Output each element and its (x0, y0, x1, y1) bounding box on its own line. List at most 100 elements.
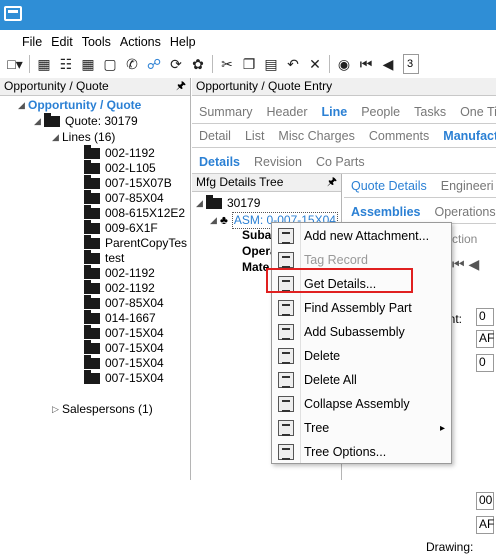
tab-co-parts[interactable]: Co Parts (309, 155, 372, 169)
tree-line-item[interactable]: 007-15X04 (84, 325, 164, 341)
tree-lines[interactable]: ◢ Lines (16) (52, 130, 115, 145)
mfg-tree-root[interactable]: ◢ 30179 (196, 195, 260, 211)
binoculars-icon[interactable]: ◉ (333, 53, 355, 75)
context-menu-item[interactable]: Add new Attachment... (272, 224, 451, 248)
tab-line[interactable]: Line (314, 105, 354, 119)
grid-icon[interactable]: ▦ (77, 53, 99, 75)
tree-line-item[interactable]: 002-L105 (84, 160, 156, 176)
first-icon[interactable]: ⏮ (355, 53, 377, 75)
field-value-4[interactable]: AF (476, 516, 494, 534)
cut-icon[interactable]: ✂ (216, 53, 238, 75)
context-menu-item[interactable]: Find Assembly Part (272, 296, 451, 320)
tree-line-item-label: 002-1192 (105, 266, 155, 280)
context-menu-item[interactable]: Add Subassembly (272, 320, 451, 344)
collapse-arrow-icon[interactable]: ◢ (210, 213, 220, 228)
tab-engineering[interactable]: Engineeri (434, 179, 496, 193)
collapse-arrow-icon[interactable]: ◢ (196, 196, 206, 211)
phone-icon[interactable]: ✆ (121, 53, 143, 75)
context-menu-item-label: Tag Record (304, 253, 368, 267)
delete-icon[interactable]: ✕ (304, 53, 326, 75)
field-value-3[interactable]: 00 (476, 492, 494, 510)
tree-line-item[interactable]: 007-85X04 (84, 295, 164, 311)
qd-tabs: Quote Details Engineeri (344, 174, 496, 198)
tab-list[interactable]: List (238, 129, 271, 143)
context-menu-item-label: Add Subassembly (304, 325, 405, 339)
tree-line-item[interactable]: 007-15X07B (84, 175, 172, 191)
new-icon[interactable]: □▾ (4, 53, 26, 75)
tree-line-item-label: 007-15X04 (105, 326, 164, 340)
field-value-2[interactable]: 0 (476, 354, 494, 372)
tree-line-item[interactable]: test (84, 250, 125, 266)
tree-line-item[interactable]: ParentCopyTes (84, 235, 187, 251)
tab-revision[interactable]: Revision (247, 155, 309, 169)
collapse-arrow-icon[interactable]: ◢ (18, 98, 28, 113)
tabs-level3: Details Revision Co Parts (192, 150, 496, 174)
tree-line-item[interactable]: 008-615X12E2 (84, 205, 185, 221)
tree-line-item[interactable]: 014-1667 (84, 310, 156, 326)
tree-line-item[interactable]: 002-1192 (84, 145, 155, 161)
tab-assemblies[interactable]: Assemblies (344, 205, 427, 219)
paste-icon[interactable]: ▤ (260, 53, 282, 75)
tab-misc-charges[interactable]: Misc Charges (271, 129, 361, 143)
tree-salespersons[interactable]: ▷ Salespersons (1) (52, 402, 153, 417)
field-value-0[interactable]: 0 (476, 308, 494, 326)
field-value-1[interactable]: AF (476, 330, 494, 348)
tree-line-item-label: 009-6X1F (105, 221, 158, 235)
context-menu-item[interactable]: Delete All (272, 368, 451, 392)
prev-icon[interactable]: ◀ (377, 53, 399, 75)
tab-operations[interactable]: Operations (427, 205, 496, 219)
tab-manufacturing[interactable]: Manufactu (436, 129, 496, 143)
context-menu-item[interactable]: Delete (272, 344, 451, 368)
tab-one-time[interactable]: One Tim (453, 105, 496, 119)
tab-header[interactable]: Header (259, 105, 314, 119)
collapse-arrow-icon[interactable]: ◢ (52, 130, 62, 145)
toolbar-separator (29, 55, 30, 73)
tab-tasks[interactable]: Tasks (407, 105, 453, 119)
collapse-arrow-icon[interactable]: ◢ (34, 114, 44, 129)
tree-quote[interactable]: ◢ Quote: 30179 (34, 113, 138, 129)
save-icon[interactable]: ▦ (33, 53, 55, 75)
menu-edit[interactable]: Edit (51, 32, 73, 52)
tree-line-item[interactable]: 007-85X04 (84, 190, 164, 206)
tree-lines-label: Lines (16) (62, 130, 116, 144)
note-icon[interactable]: ▢ (99, 53, 121, 75)
tab-comments[interactable]: Comments (362, 129, 436, 143)
tree-quote-label: Quote: 30179 (65, 114, 138, 128)
menu-file[interactable]: File (22, 32, 42, 52)
submenu-arrow-icon: ▸ (439, 422, 445, 434)
menu-help[interactable]: Help (170, 32, 196, 52)
context-menu-item[interactable]: Tree ▸ (272, 416, 451, 440)
context-menu-item[interactable]: Collapse Assembly (272, 392, 451, 416)
tree-line-item[interactable]: 009-6X1F (84, 220, 158, 236)
tree-root[interactable]: ◢ Opportunity / Quote (18, 98, 141, 113)
copy-icon[interactable]: ❐ (238, 53, 260, 75)
tab-summary[interactable]: Summary (192, 105, 259, 119)
tab-quote-details[interactable]: Quote Details (344, 179, 434, 193)
menu-tools[interactable]: Tools (82, 32, 111, 52)
folder-icon (84, 310, 100, 324)
book-icon[interactable]: ☷ (55, 53, 77, 75)
attach-icon[interactable]: ☍ (143, 53, 165, 75)
folder-icon (84, 370, 100, 384)
tree-line-item-label: test (105, 251, 125, 265)
tree-line-item[interactable]: 007-15X04 (84, 370, 164, 386)
tab-details[interactable]: Details (192, 155, 247, 169)
context-menu-item[interactable]: Tree Options... (272, 440, 451, 464)
tree-line-item[interactable]: 007-15X04 (84, 355, 164, 371)
folder-icon (84, 190, 100, 204)
tree-line-item[interactable]: 002-1192 (84, 265, 155, 281)
clear-icon[interactable]: ✿ (187, 53, 209, 75)
tree-line-item[interactable]: 007-15X04 (84, 340, 164, 356)
menu-actions[interactable]: Actions (120, 32, 161, 52)
pin-icon[interactable]: 🖈 (176, 78, 186, 95)
tab-detail[interactable]: Detail (192, 129, 238, 143)
undo-icon[interactable]: ↶ (282, 53, 304, 75)
tree-line-item[interactable]: 002-1192 (84, 280, 155, 296)
pin-icon[interactable]: 🖈 (327, 174, 337, 191)
record-number-field[interactable]: 3 (403, 54, 419, 74)
expand-arrow-icon[interactable]: ▷ (52, 402, 62, 417)
tab-people[interactable]: People (354, 105, 407, 119)
folder-icon (84, 340, 100, 354)
refresh-icon[interactable]: ⟳ (165, 53, 187, 75)
first-record-icon[interactable]: ⏮ ◀ (452, 256, 479, 273)
